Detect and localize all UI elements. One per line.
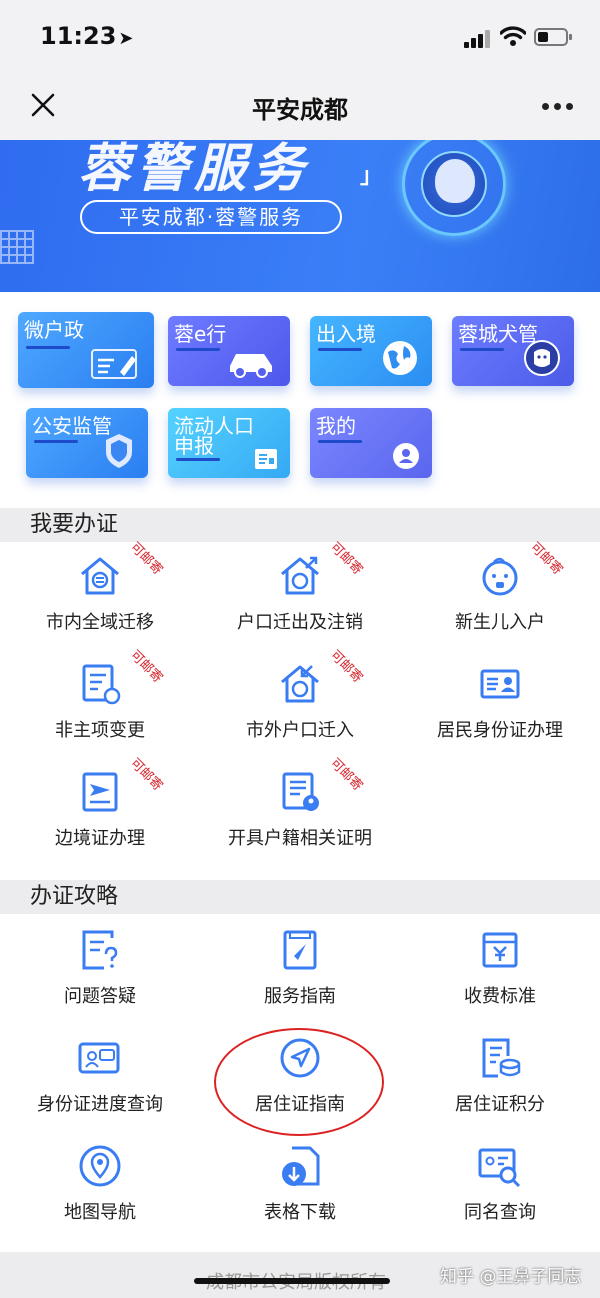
- location-arrow-icon: ➤: [118, 28, 134, 49]
- tile-wei-huzheng[interactable]: 微户政: [18, 312, 154, 388]
- tile-churujing[interactable]: 出入境: [310, 316, 432, 386]
- item-label: 居住证积分: [455, 1094, 545, 1115]
- home-indicator[interactable]: [194, 1278, 390, 1284]
- signal-icon: [464, 30, 492, 48]
- guide-item-id-progress[interactable]: 身份证进度查询: [0, 1024, 200, 1124]
- tile-rongcheng-quanguan[interactable]: 蓉城犬管: [452, 316, 574, 386]
- item-label: 服务指南: [264, 986, 336, 1007]
- document-coins-icon: [482, 1038, 521, 1078]
- apply-item-id-card[interactable]: 居民身份证办理: [400, 650, 600, 750]
- grid-decoration: [0, 230, 34, 264]
- item-label: 收费标准: [464, 986, 536, 1007]
- mailable-stamp: 可邮寄: [126, 647, 166, 687]
- police-emblem-icon: [402, 140, 506, 236]
- apply-item-minor-change[interactable]: 可邮寄 非主项变更: [0, 648, 200, 750]
- plane-document-icon: [82, 772, 118, 812]
- page-title: 平安成都: [252, 96, 348, 124]
- compass-book-icon: [283, 930, 317, 970]
- battery-icon: [534, 28, 572, 46]
- tile-rong-e-xing[interactable]: 蓉e行: [168, 316, 290, 386]
- question-document-icon: [82, 930, 118, 970]
- item-label: 新生儿入户: [455, 612, 545, 633]
- apply-item-hukou-certificate[interactable]: 可邮寄 开具户籍相关证明: [200, 756, 400, 858]
- globe-icon: [383, 341, 417, 375]
- section-header-guide: 办证攻略: [0, 880, 600, 914]
- mailable-stamp: 可邮寄: [326, 647, 366, 687]
- footer: 成都市公安局版权所有 知乎 @王鼻子同志: [0, 1252, 600, 1298]
- download-document-icon: [282, 1146, 320, 1186]
- tile-liudong-renkou[interactable]: 流动人口 申报: [168, 408, 290, 478]
- banner[interactable]: 蓉警服务 」 平安成都·蓉警服务: [0, 140, 600, 292]
- item-label: 问题答疑: [64, 986, 136, 1007]
- item-label: 开具户籍相关证明: [228, 828, 372, 849]
- mailable-stamp: 可邮寄: [126, 755, 166, 795]
- status-time: 11:23 ➤: [40, 22, 134, 50]
- watermark-text: 知乎 @王鼻子同志: [440, 1267, 582, 1287]
- section-header-apply: 我要办证: [0, 508, 600, 542]
- chat-card-icon: [78, 1042, 120, 1074]
- guide-item-fees[interactable]: 收费标准: [400, 916, 600, 1016]
- user-icon: [393, 443, 419, 469]
- banner-headline: 蓉警服务: [78, 140, 311, 199]
- guide-item-service-guide[interactable]: 服务指南: [200, 916, 400, 1016]
- item-label: 市外户口迁入: [246, 720, 354, 741]
- apply-item-border-pass[interactable]: 可邮寄 边境证办理: [0, 756, 200, 858]
- item-label: 身份证进度查询: [37, 1094, 163, 1115]
- guide-item-form-download[interactable]: 表格下载: [200, 1132, 400, 1232]
- banner-pill: 平安成都·蓉警服务: [80, 200, 342, 234]
- wifi-icon: [500, 26, 526, 46]
- item-label: 边境证办理: [55, 828, 145, 849]
- guide-item-faq[interactable]: 问题答疑: [0, 916, 200, 1016]
- id-card-icon: [480, 669, 520, 699]
- tile-gongan-jianguan[interactable]: 公安监管: [26, 408, 148, 478]
- baby-icon: [482, 557, 518, 596]
- edit-card-icon: [91, 349, 137, 379]
- annotation-circle: [214, 1028, 384, 1136]
- item-label: 市内全域迁移: [46, 612, 154, 633]
- apply-item-newborn[interactable]: 可邮寄 新生儿入户: [400, 540, 600, 642]
- mailable-stamp: 可邮寄: [326, 755, 366, 795]
- document-refresh-icon: [82, 664, 121, 705]
- guide-item-same-name[interactable]: 同名查询: [400, 1132, 600, 1232]
- dog-icon: [524, 340, 560, 376]
- house-in-icon: [281, 665, 319, 703]
- document-user-icon: [282, 772, 319, 811]
- id-card-icon: [255, 449, 277, 469]
- mailable-stamp: 可邮寄: [326, 539, 366, 579]
- apply-item-hukou-out[interactable]: 可邮寄 户口迁出及注销: [200, 540, 400, 642]
- item-label: 地图导航: [64, 1202, 136, 1223]
- nav-bar: 平安成都: [0, 70, 600, 140]
- guide-item-residence-points[interactable]: 居住证积分: [400, 1024, 600, 1124]
- item-label: 表格下载: [264, 1202, 336, 1223]
- mailable-stamp: 可邮寄: [526, 539, 566, 579]
- yen-document-icon: [482, 932, 518, 968]
- service-tiles: 微户政 蓉e行 出入境 蓉城犬管 公安监管 流动人口 申报 我的: [0, 300, 600, 500]
- item-label: 同名查询: [464, 1202, 536, 1223]
- tile-wode[interactable]: 我的: [310, 408, 432, 478]
- apply-item-hukou-in[interactable]: 可邮寄 市外户口迁入: [200, 648, 400, 750]
- police-badge-icon: [106, 434, 132, 468]
- banner-bracket: 」: [360, 164, 383, 189]
- card-search-icon: [478, 1148, 521, 1188]
- more-icon[interactable]: [542, 103, 573, 111]
- house-transfer-icon: [81, 557, 119, 595]
- item-label: 居民身份证办理: [437, 720, 563, 741]
- guide-item-map[interactable]: 地图导航: [0, 1132, 200, 1232]
- status-bar: 11:23 ➤: [0, 0, 600, 70]
- apply-item-city-migration[interactable]: 可邮寄 市内全域迁移: [0, 540, 200, 642]
- mailable-stamp: 可邮寄: [126, 539, 166, 579]
- car-icon: [230, 354, 272, 378]
- house-out-icon: [281, 556, 319, 595]
- location-pin-icon: [79, 1145, 121, 1187]
- item-label: 户口迁出及注销: [237, 612, 363, 633]
- item-label: 非主项变更: [55, 720, 145, 741]
